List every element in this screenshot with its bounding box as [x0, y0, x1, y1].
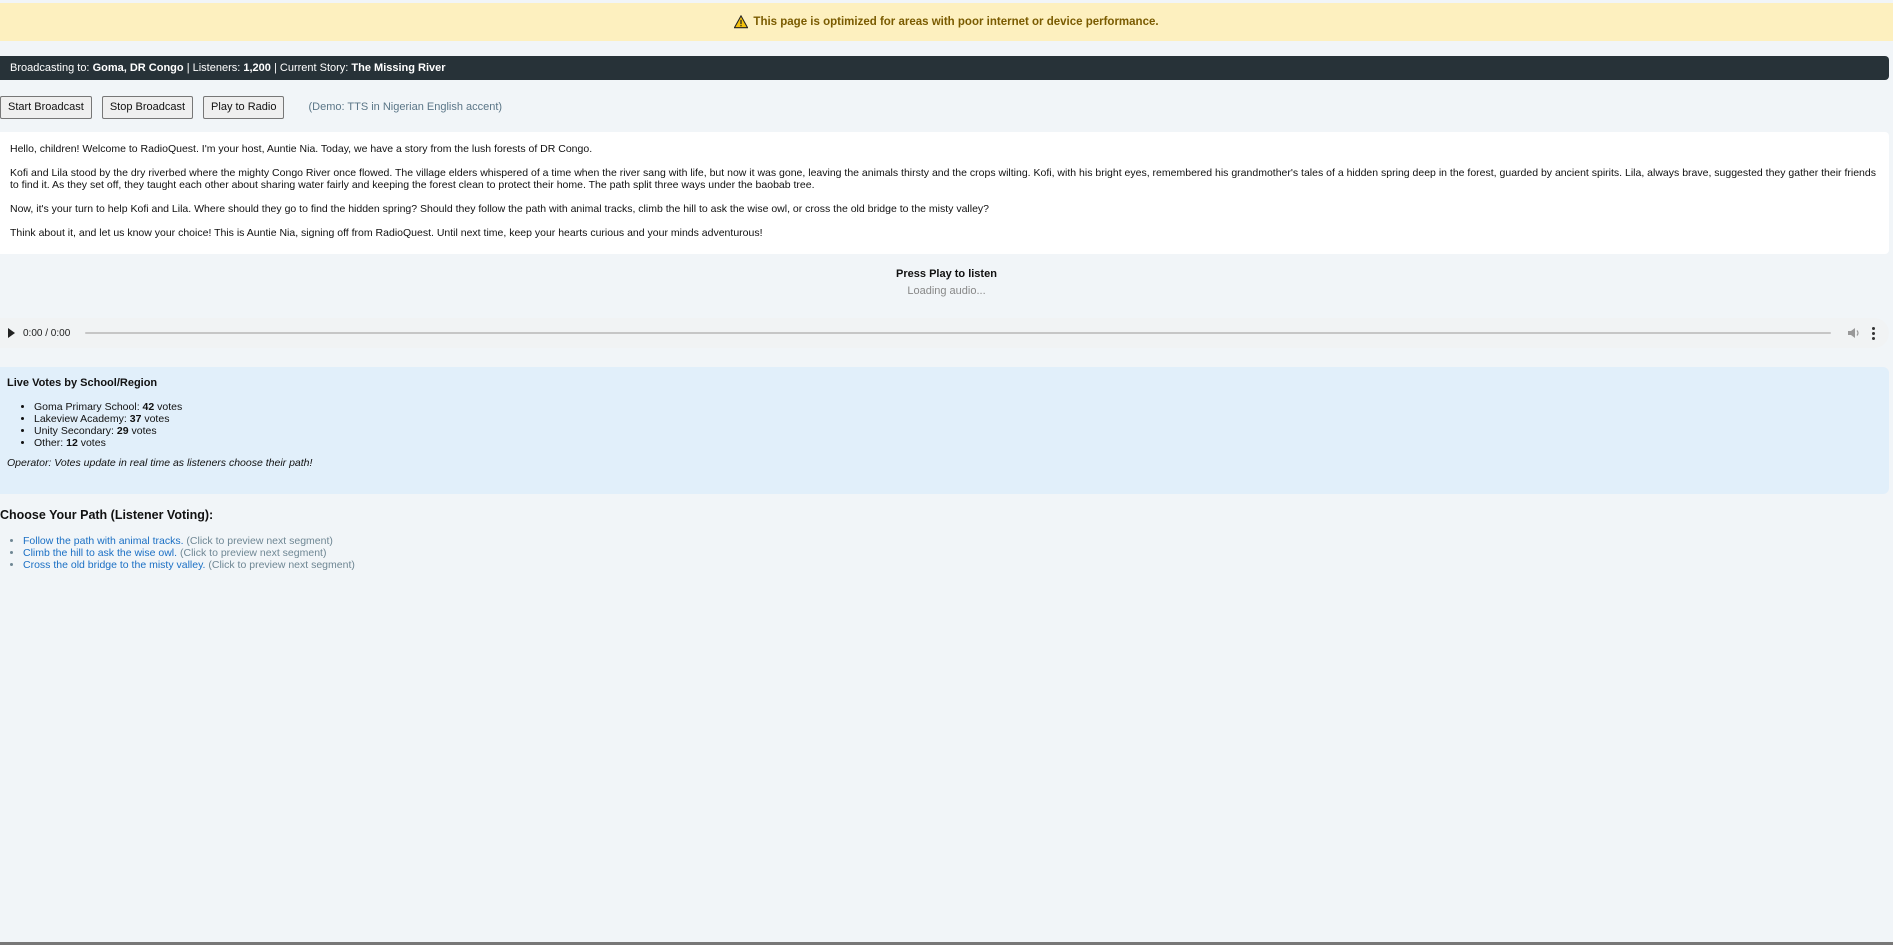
vote-region: Other:: [34, 437, 64, 449]
volume-icon[interactable]: [1847, 327, 1861, 339]
path-options-list: Follow the path with animal tracks. (Cli…: [0, 535, 355, 571]
votes-list: Goma Primary School: 42 votes Lakeview A…: [7, 401, 1882, 449]
warning-icon: [734, 15, 749, 29]
more-options-icon[interactable]: [1871, 326, 1875, 340]
vote-region: Lakeview Academy:: [34, 413, 127, 425]
path-option-link[interactable]: Climb the hill to ask the wise owl.: [23, 547, 177, 559]
path-option-link[interactable]: Follow the path with animal tracks.: [23, 535, 183, 547]
vote-item: Unity Secondary: 29 votes: [34, 425, 1882, 437]
vote-item: Goma Primary School: 42 votes: [34, 401, 1882, 413]
vote-unit: votes: [131, 425, 157, 437]
vote-item: Other: 12 votes: [34, 437, 1882, 449]
audio-time: 0:00 / 0:00: [23, 327, 71, 339]
live-votes-panel: Live Votes by School/Region Goma Primary…: [0, 367, 1889, 494]
story-paragraph: Think about it, and let us know your cho…: [10, 227, 763, 239]
vote-unit: votes: [144, 413, 170, 425]
vote-unit: votes: [157, 401, 183, 413]
vote-count: 42: [142, 401, 155, 413]
vote-unit: votes: [80, 437, 106, 449]
story-text-panel: Hello, children! Welcome to RadioQuest. …: [0, 132, 1889, 254]
path-option-hint: (Click to preview next segment): [186, 535, 333, 547]
separator: |: [273, 62, 277, 74]
path-option: Cross the old bridge to the misty valley…: [23, 559, 355, 571]
broadcast-status-bar: Broadcasting to: Goma, DR Congo | Listen…: [0, 56, 1889, 80]
banner-text: This page is optimized for areas with po…: [753, 16, 1159, 28]
vote-count: 12: [66, 437, 78, 449]
path-option-hint: (Click to preview next segment): [208, 559, 355, 571]
path-option-link[interactable]: Cross the old bridge to the misty valley…: [23, 559, 205, 571]
listener-count: 1,200: [243, 62, 271, 74]
current-story-label: Current Story:: [279, 62, 349, 74]
listeners-label: Listeners:: [192, 62, 241, 74]
current-story-title: The Missing River: [351, 62, 446, 74]
path-option-hint: (Click to preview next segment): [179, 547, 327, 559]
story-paragraph: Kofi and Lila stood by the dry riverbed …: [10, 167, 1876, 191]
live-votes-title: Live Votes by School/Region: [7, 377, 158, 389]
performance-banner: This page is optimized for areas with po…: [0, 3, 1893, 41]
vote-count: 37: [129, 413, 142, 425]
play-icon[interactable]: [8, 328, 15, 338]
broadcast-location: Goma, DR Congo: [92, 62, 184, 74]
broadcast-controls: Start Broadcast Stop Broadcast Play to R…: [0, 95, 502, 119]
vote-count: 29: [116, 425, 129, 437]
path-option: Climb the hill to ask the wise owl. (Cli…: [23, 547, 355, 559]
story-paragraph: Now, it's your turn to help Kofi and Lil…: [10, 203, 990, 215]
play-to-radio-button[interactable]: Play to Radio: [203, 95, 285, 119]
vote-item: Lakeview Academy: 37 votes: [34, 413, 1882, 425]
demo-note: (Demo: TTS in Nigerian English accent): [308, 101, 503, 113]
story-paragraph: Hello, children! Welcome to RadioQuest. …: [10, 143, 593, 155]
vote-region: Goma Primary School:: [34, 401, 140, 413]
path-option: Follow the path with animal tracks. (Cli…: [23, 535, 355, 547]
stop-broadcast-button[interactable]: Stop Broadcast: [101, 95, 194, 119]
audio-seek-bar[interactable]: [85, 332, 1831, 334]
choose-path-heading: Choose Your Path (Listener Voting):: [0, 508, 214, 522]
operator-note: Operator: Votes update in real time as l…: [7, 457, 313, 469]
audio-player: 0:00 / 0:00: [0, 318, 1889, 348]
vote-region: Unity Secondary:: [34, 425, 114, 437]
start-broadcast-button[interactable]: Start Broadcast: [0, 95, 92, 119]
loading-audio-label: Loading audio...: [907, 285, 986, 297]
broadcasting-label: Broadcasting to:: [10, 62, 90, 74]
separator: |: [186, 62, 190, 74]
press-play-label: Press Play to listen: [896, 268, 997, 280]
